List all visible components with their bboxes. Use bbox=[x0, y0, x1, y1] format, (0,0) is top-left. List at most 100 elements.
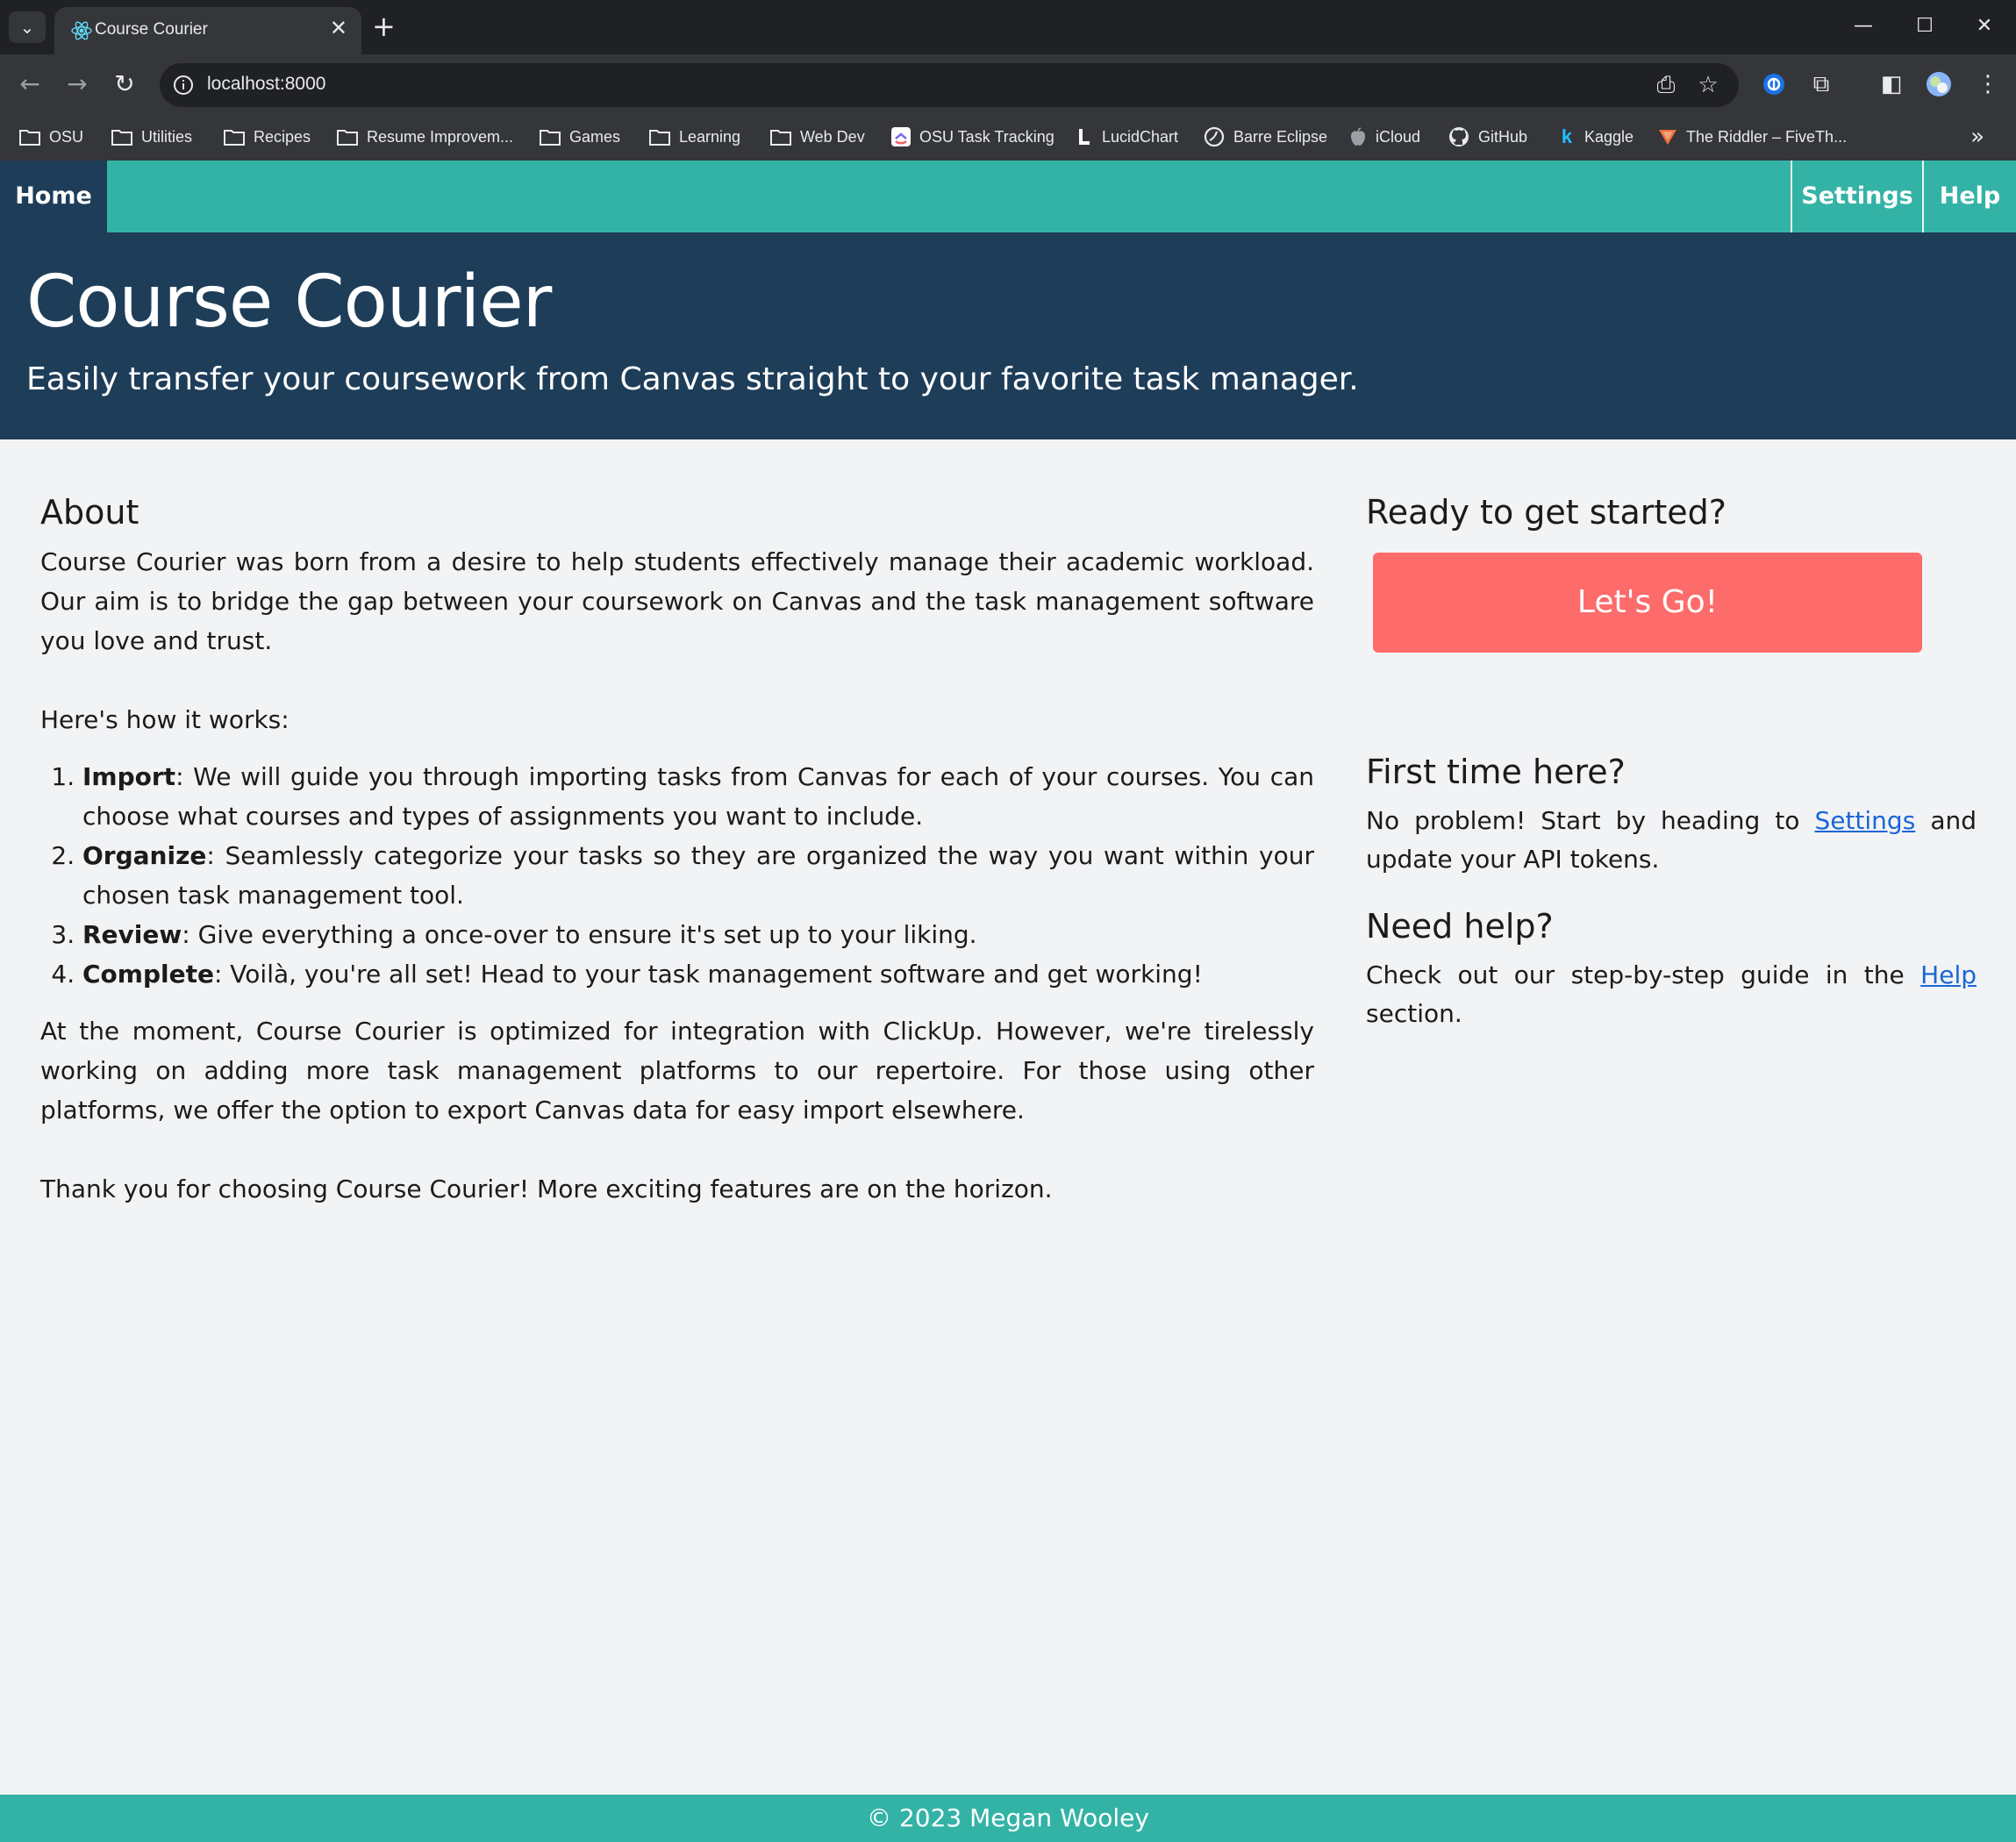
folder-icon bbox=[770, 130, 791, 146]
lets-go-button[interactable]: Let's Go! bbox=[1373, 553, 1922, 653]
bookmark-github[interactable]: GitHub bbox=[1448, 123, 1527, 151]
help-link[interactable]: Help bbox=[1920, 960, 1977, 989]
profile-avatar-icon[interactable] bbox=[1921, 67, 1956, 102]
bookmark-osu[interactable]: OSU bbox=[19, 123, 83, 151]
github-icon bbox=[1449, 127, 1469, 146]
bookmark-utilities[interactable]: Utilities bbox=[111, 123, 192, 151]
url-text: localhost:8000 bbox=[207, 74, 326, 94]
extensions-icon[interactable]: ⧉ bbox=[1804, 67, 1839, 102]
tab-strip: ⌄ Course Courier ✕ + — ☐ ✕ bbox=[0, 0, 2016, 54]
bookmark-label: The Riddler – FiveTh... bbox=[1686, 127, 1848, 146]
bookmark-label: iCloud bbox=[1376, 127, 1421, 146]
folder-icon bbox=[649, 130, 670, 146]
bookmark-recipes[interactable]: Recipes bbox=[224, 123, 311, 151]
first-time-text-start: No problem! Start by heading to bbox=[1366, 806, 1815, 835]
chevron-down-icon: ⌄ bbox=[19, 17, 35, 38]
lucidchart-icon bbox=[1079, 129, 1090, 145]
bookmark-label: Utilities bbox=[141, 127, 193, 146]
menu-kebab-icon[interactable]: ⋮ bbox=[1970, 67, 2005, 102]
bookmark-osu-task-tracking[interactable]: OSU Task Tracking bbox=[891, 123, 1054, 151]
bookmark-icloud[interactable]: iCloud bbox=[1349, 123, 1420, 151]
window-close-icon[interactable]: ✕ bbox=[1958, 11, 2011, 42]
reload-icon[interactable]: ↻ bbox=[107, 67, 142, 102]
forward-icon[interactable]: → bbox=[60, 67, 95, 102]
more-bookmarks-icon[interactable]: » bbox=[1970, 123, 1984, 151]
fivethirtyeight-icon bbox=[1659, 130, 1676, 145]
bookmark-barre-eclipse[interactable]: Barre Eclipse bbox=[1204, 123, 1327, 151]
browser-tab[interactable]: Course Courier ✕ bbox=[54, 7, 361, 54]
new-tab-icon[interactable]: + bbox=[372, 11, 396, 42]
first-time-block: First time here? No problem! Start by he… bbox=[1366, 747, 1977, 879]
apple-icon bbox=[1351, 127, 1365, 146]
bookmark-label: Learning bbox=[679, 127, 741, 146]
about-section: About Course Courier was born from a des… bbox=[40, 488, 1314, 1248]
step-item: Organize: Seamlessly categorize your tas… bbox=[82, 836, 1314, 915]
bookmark-the-riddler[interactable]: The Riddler – FiveTh... bbox=[1658, 123, 1847, 151]
copyright-text: © 2023 Megan Wooley bbox=[867, 1803, 1149, 1832]
back-icon[interactable]: ← bbox=[12, 67, 47, 102]
steps-list: Import: We will guide you through import… bbox=[40, 757, 1314, 994]
react-icon bbox=[71, 21, 92, 40]
step-item: Import: We will guide you through import… bbox=[82, 757, 1314, 836]
password-manager-icon[interactable] bbox=[1756, 67, 1791, 102]
browser-chrome: ⌄ Course Courier ✕ + — ☐ ✕ ← → ↻ localho… bbox=[0, 0, 2016, 161]
ready-heading: Ready to get started? bbox=[1366, 493, 1726, 532]
need-help-block: Need help? Check out our step-by-step gu… bbox=[1366, 902, 1977, 1033]
step-term: Complete bbox=[82, 960, 214, 989]
barre-icon bbox=[1204, 126, 1225, 147]
settings-link[interactable]: Settings bbox=[1814, 806, 1915, 835]
bookmark-label: Resume Improvem... bbox=[367, 127, 514, 146]
close-icon[interactable]: ✕ bbox=[330, 18, 347, 39]
kaggle-icon: k bbox=[1561, 125, 1573, 147]
install-app-icon[interactable]: ⎙ bbox=[1653, 72, 1679, 98]
step-term: Import bbox=[82, 762, 176, 791]
need-help-text: Check out our step-by-step guide in the … bbox=[1366, 956, 1977, 1033]
get-started-sidebar: Ready to get started? Let's Go! First ti… bbox=[1366, 488, 1977, 1028]
bookmark-label: Web Dev bbox=[800, 127, 865, 146]
maximize-icon[interactable]: ☐ bbox=[1898, 11, 1951, 42]
nav-home-link[interactable]: Home bbox=[0, 161, 107, 232]
bookmark-label: Barre Eclipse bbox=[1233, 127, 1328, 146]
browser-toolbar: ← → ↻ localhost:8000 ⎙ ☆ ⧉ ◧ ⋮ bbox=[0, 54, 2016, 114]
bookmark-lucidchart[interactable]: LucidChart bbox=[1076, 123, 1178, 151]
bookmark-games[interactable]: Games bbox=[540, 123, 620, 151]
minimize-icon[interactable]: — bbox=[1837, 11, 1890, 42]
bookmark-label: GitHub bbox=[1478, 127, 1528, 146]
bookmark-label: Recipes bbox=[254, 127, 311, 146]
bookmark-kaggle[interactable]: k Kaggle bbox=[1558, 123, 1634, 151]
address-bar[interactable]: localhost:8000 ⎙ ☆ bbox=[160, 63, 1739, 107]
need-help-text-end: section. bbox=[1366, 999, 1462, 1028]
step-text: : Seamlessly categorize your tasks so th… bbox=[82, 841, 1314, 910]
side-panel-icon[interactable]: ◧ bbox=[1874, 67, 1909, 102]
folder-icon bbox=[19, 130, 40, 146]
folder-icon bbox=[111, 130, 132, 146]
clickup-icon bbox=[891, 127, 911, 146]
how-it-works-label: Here's how it works: bbox=[40, 705, 290, 734]
thanks-note: Thank you for choosing Course Courier! M… bbox=[40, 1174, 1053, 1203]
need-help-text-start: Check out our step-by-step guide in the bbox=[1366, 960, 1921, 989]
bookmark-resume[interactable]: Resume Improvem... bbox=[337, 123, 513, 151]
bookmark-label: OSU Task Tracking bbox=[919, 127, 1054, 146]
bookmark-star-icon[interactable]: ☆ bbox=[1695, 72, 1721, 98]
folder-icon bbox=[337, 130, 358, 146]
page-title: Course Courier bbox=[26, 261, 552, 344]
bookmark-learning[interactable]: Learning bbox=[649, 123, 740, 151]
nav-help-link[interactable]: Help bbox=[1922, 161, 2016, 232]
bookmark-label: Kaggle bbox=[1584, 127, 1634, 146]
bookmark-web-dev[interactable]: Web Dev bbox=[770, 123, 865, 151]
tab-search-button[interactable]: ⌄ bbox=[9, 11, 46, 43]
hero-banner: Course Courier Easily transfer your cour… bbox=[0, 232, 2016, 439]
step-item: Complete: Voilà, you're all set! Head to… bbox=[82, 954, 1314, 994]
site-footer: © 2023 Megan Wooley bbox=[0, 1795, 2016, 1842]
page-subtitle: Easily transfer your coursework from Can… bbox=[26, 361, 1359, 397]
folder-icon bbox=[540, 130, 561, 146]
step-text: : Give everything a once-over to ensure … bbox=[182, 920, 977, 949]
nav-settings-link[interactable]: Settings bbox=[1791, 161, 1922, 232]
step-term: Review bbox=[82, 920, 182, 949]
step-item: Review: Give everything a once-over to e… bbox=[82, 915, 1314, 954]
tab-title: Course Courier bbox=[95, 20, 208, 39]
about-heading: About bbox=[40, 493, 139, 532]
site-info-icon[interactable] bbox=[172, 74, 195, 96]
need-help-heading: Need help? bbox=[1366, 907, 1554, 946]
first-time-text: No problem! Start by heading to Settings… bbox=[1366, 802, 1977, 879]
